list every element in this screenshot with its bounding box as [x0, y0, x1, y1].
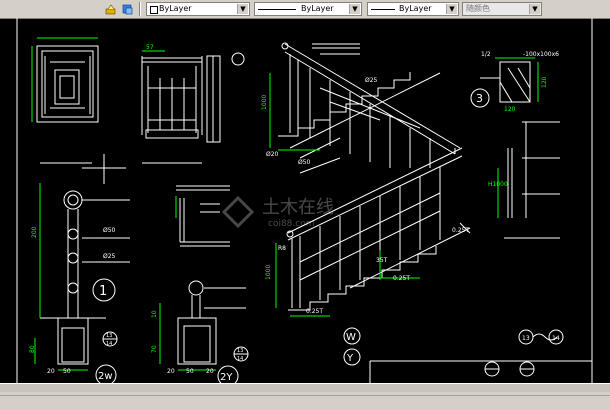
linetype-preview: [258, 9, 296, 10]
dim-025t-c: 0.25T: [306, 308, 323, 315]
dim-20-b: 20: [167, 368, 175, 375]
ref-13-c: 13: [522, 335, 530, 342]
baluster-detail-2: 13 14 2Y 20 50 20 70 10: [151, 280, 249, 387]
steel-plate-detail: 1/2 -100x100x6 120 120 3: [470, 51, 559, 113]
chevron-down-icon: ▼: [529, 4, 540, 14]
detail-mark-3: 3: [476, 92, 483, 105]
properties-toolbar: ByLayer ▼ ByLayer ▼ ByLayer ▼ 随颜色 ▼: [0, 0, 610, 19]
dim-025t-b: 0.25T: [393, 275, 410, 282]
elevation-detail-top: 57: [141, 44, 245, 164]
dim-120b: 120: [504, 106, 516, 113]
baluster-detail-1: 1 2w 13 14 200 Ø50 Ø25 20 50 80: [29, 183, 130, 386]
dim-50-a: 50: [63, 368, 71, 375]
dim-phi25-b: Ø25: [103, 253, 116, 260]
ref-14: 14: [106, 341, 112, 347]
dim-r8: R8: [278, 245, 286, 252]
dim-phi25-a: Ø25: [365, 77, 378, 84]
handrail-section-middle: [175, 185, 230, 247]
color-swatch: [150, 6, 158, 14]
linetype-combo[interactable]: ByLayer ▼: [254, 2, 362, 16]
detail-mark-y: Y: [346, 353, 354, 364]
toolbar-separator: [139, 2, 141, 16]
color-combo-value: ByLayer: [159, 4, 192, 13]
watermark-cn: 土木在线: [262, 197, 334, 218]
dim-80: 80: [29, 345, 36, 353]
dim-200: 200: [31, 226, 38, 238]
dim-57: 57: [146, 44, 154, 51]
watermark: 土木在线 coi88.com: [221, 195, 334, 229]
dim-phi50-b: Ø50: [103, 227, 116, 234]
chevron-down-icon[interactable]: ▼: [446, 4, 457, 14]
status-area: [0, 383, 610, 410]
dim-20-c: 20: [206, 368, 214, 375]
dim-1000-b: 1000: [265, 265, 272, 280]
ref-13-b: 13: [237, 348, 243, 354]
ref-14-c: 14: [552, 335, 560, 342]
plan-detail-top-left: [31, 37, 126, 184]
dim-70: 70: [151, 345, 158, 353]
layout-tab-bar: [0, 395, 610, 410]
plotstyle-combo: 随颜色 ▼: [462, 2, 542, 16]
detail-mark-w: W: [346, 332, 356, 343]
lineweight-combo-value: ByLayer: [399, 4, 432, 13]
dim-20-a: 20: [47, 368, 55, 375]
side-elevation-right: H1000: [488, 121, 560, 239]
color-combo[interactable]: ByLayer ▼: [146, 2, 250, 16]
ref-14-b: 14: [237, 356, 243, 362]
dim-half: 1/2: [481, 51, 491, 58]
chevron-down-icon[interactable]: ▼: [237, 4, 248, 14]
linetype-combo-value: ByLayer: [301, 4, 334, 13]
dim-50-b: 50: [186, 368, 194, 375]
stair-elevation-main: 1000 Ø25 Ø20 Ø50: [261, 42, 461, 174]
dim-35t: 35T: [376, 257, 388, 264]
reference-symbols: 13 14: [484, 329, 564, 377]
steel-spec: -100x100x6: [523, 51, 559, 58]
dim-025t-a: 0.25T: [452, 227, 469, 234]
horizontal-scrollbar[interactable]: [0, 383, 610, 392]
detail-mark-1: 1: [99, 284, 107, 299]
dim-1000-a: 1000: [261, 95, 268, 110]
detail-mark-2y: 2Y: [220, 372, 233, 383]
layer-state-icon[interactable]: [104, 2, 119, 17]
plotstyle-combo-value: 随颜色: [466, 4, 490, 13]
chevron-down-icon[interactable]: ▼: [349, 4, 360, 14]
ref-13: 13: [106, 333, 112, 339]
dim-120: 120: [541, 76, 548, 88]
detail-mark-2w: 2w: [98, 371, 113, 382]
dim-h1000: H1000: [488, 181, 508, 188]
drawing-canvas[interactable]: 土木在线 coi88.com 57 1/2 -100x100x6 120 120…: [0, 18, 610, 387]
stair-elevation-lower: R8 1000 0.25T 35T 0.25T 0.25T W Y: [265, 147, 471, 366]
dim-phi50-a: Ø50: [298, 159, 311, 166]
layer-manager-icon[interactable]: [120, 2, 135, 17]
lineweight-combo[interactable]: ByLayer ▼: [367, 2, 459, 16]
cad-drawing: 土木在线 coi88.com 57 1/2 -100x100x6 120 120…: [16, 18, 593, 387]
dim-phi20: Ø20: [266, 151, 279, 158]
dim-10: 10: [151, 310, 158, 318]
lineweight-preview: [371, 9, 395, 10]
